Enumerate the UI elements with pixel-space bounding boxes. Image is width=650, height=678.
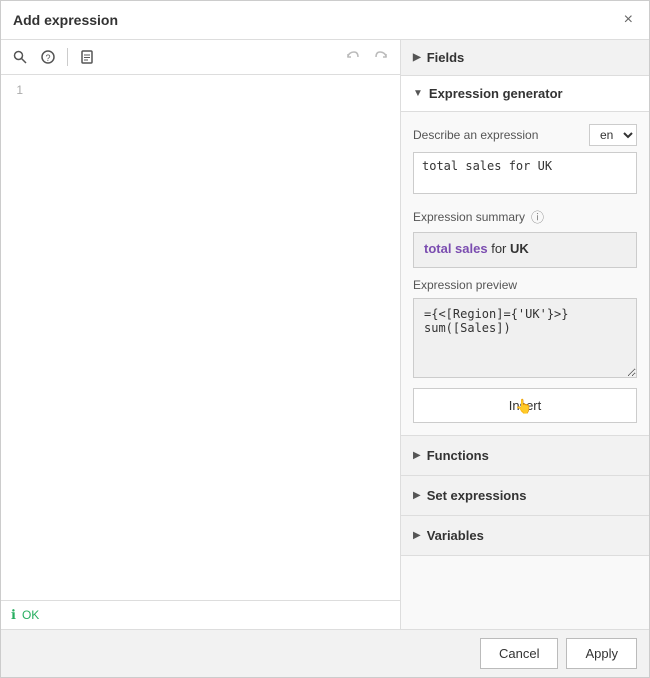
summary-part-3: UK bbox=[510, 241, 529, 256]
close-button[interactable]: × bbox=[620, 9, 637, 31]
line-number: 1 bbox=[1, 83, 31, 97]
title-bar: Add expression × bbox=[1, 1, 649, 40]
summary-label: Expression summary bbox=[413, 210, 525, 224]
functions-label: Functions bbox=[427, 448, 489, 463]
preview-label: Expression preview bbox=[413, 278, 637, 292]
expression-generator-label: Expression generator bbox=[429, 86, 563, 101]
dialog-title: Add expression bbox=[13, 12, 118, 28]
expression-preview-box: ={<[Region]={'UK'}>} sum([Sales]) bbox=[413, 298, 637, 378]
insert-button[interactable]: Insert 👆 bbox=[413, 388, 637, 423]
functions-section-header[interactable]: ▶ Functions bbox=[401, 436, 649, 476]
editor-status-bar: ℹ OK bbox=[1, 600, 400, 629]
describe-row: Describe an expression en de fr es bbox=[413, 124, 637, 146]
fields-label: Fields bbox=[427, 50, 465, 65]
right-panel: ▶ Fields ▼ Expression generator Describe… bbox=[401, 40, 649, 629]
svg-text:?: ? bbox=[45, 53, 50, 63]
ok-label: OK bbox=[22, 608, 39, 622]
expression-summary-box: total sales for UK bbox=[413, 232, 637, 268]
summary-info-icon: ⓘ bbox=[531, 207, 544, 226]
summary-part-1: total sales bbox=[424, 241, 488, 256]
fields-arrow-icon: ▶ bbox=[413, 52, 421, 63]
set-expressions-arrow-icon: ▶ bbox=[413, 490, 421, 501]
editor-toolbar: ? bbox=[1, 40, 400, 75]
insert-label: Insert bbox=[509, 398, 542, 413]
expression-generator-body: Describe an expression en de fr es total… bbox=[401, 112, 649, 436]
editor-panel: ? bbox=[1, 40, 401, 629]
summary-label-row: Expression summary ⓘ bbox=[413, 207, 637, 226]
action-bar: Cancel Apply bbox=[1, 629, 649, 677]
describe-input[interactable]: total sales for UK bbox=[413, 152, 637, 194]
variables-label: Variables bbox=[427, 528, 484, 543]
toolbar-divider bbox=[67, 48, 68, 66]
set-expressions-label: Set expressions bbox=[427, 488, 527, 503]
apply-button[interactable]: Apply bbox=[566, 638, 637, 669]
language-select[interactable]: en de fr es bbox=[589, 124, 637, 146]
doc-icon[interactable] bbox=[76, 46, 98, 68]
cancel-button[interactable]: Cancel bbox=[480, 638, 558, 669]
main-area: ? bbox=[1, 40, 649, 629]
describe-label: Describe an expression bbox=[413, 128, 538, 142]
code-editor-area[interactable]: 1 bbox=[1, 75, 400, 600]
summary-part-2: for bbox=[491, 241, 510, 256]
search-icon[interactable] bbox=[9, 46, 31, 68]
variables-section-header[interactable]: ▶ Variables bbox=[401, 516, 649, 556]
help-icon[interactable]: ? bbox=[37, 46, 59, 68]
redo-button[interactable] bbox=[370, 46, 392, 68]
expr-gen-arrow-icon: ▼ bbox=[413, 88, 423, 99]
set-expressions-section-header[interactable]: ▶ Set expressions bbox=[401, 476, 649, 516]
variables-arrow-icon: ▶ bbox=[413, 530, 421, 541]
code-content[interactable] bbox=[44, 83, 392, 592]
expression-generator-header[interactable]: ▼ Expression generator bbox=[401, 76, 649, 112]
fields-section-header[interactable]: ▶ Fields bbox=[401, 40, 649, 76]
add-expression-dialog: Add expression × ? bbox=[0, 0, 650, 678]
undo-button[interactable] bbox=[342, 46, 364, 68]
functions-arrow-icon: ▶ bbox=[413, 450, 421, 461]
status-info-icon: ℹ bbox=[11, 607, 16, 623]
